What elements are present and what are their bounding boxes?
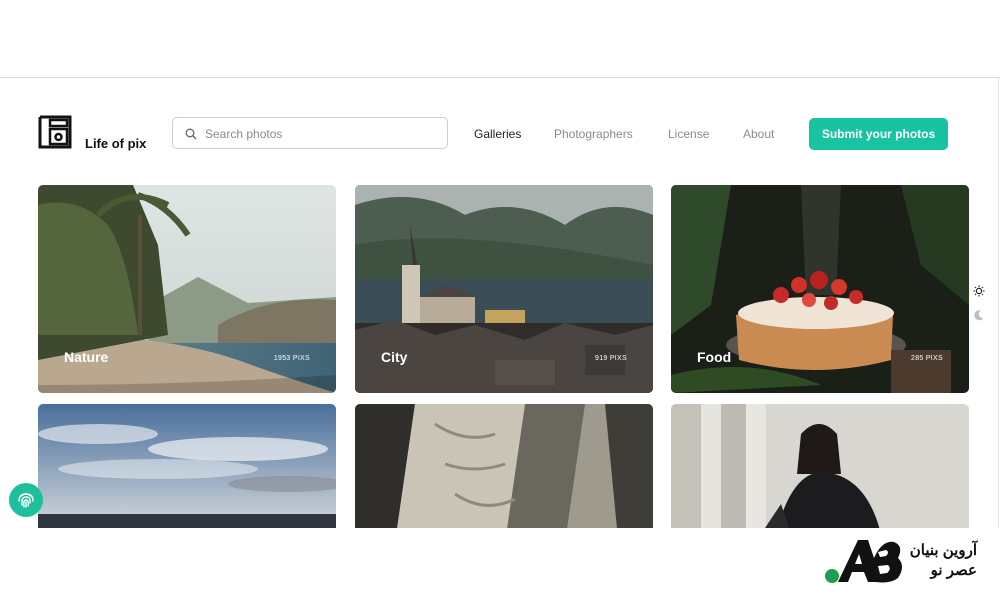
theme-toggle[interactable]	[969, 280, 989, 326]
fingerprint-button[interactable]	[9, 483, 43, 517]
nav-galleries[interactable]: Galleries	[474, 127, 521, 141]
brand-name[interactable]: Life of pix	[85, 136, 146, 151]
sun-icon[interactable]	[973, 285, 985, 297]
gallery-card-sky[interactable]	[38, 404, 336, 528]
nav-photographers[interactable]: Photographers	[554, 127, 633, 141]
gallery-card-city[interactable]: City 919 PIXS	[355, 185, 653, 393]
life-of-pix-logo-icon[interactable]	[38, 115, 72, 149]
gallery-title: Nature	[64, 349, 109, 365]
nav-about[interactable]: About	[743, 127, 774, 141]
submit-photos-button[interactable]: Submit your photos	[809, 118, 948, 150]
gallery-count: 919 PIXS	[595, 355, 627, 362]
moon-icon[interactable]	[973, 309, 985, 321]
watermark-logo-icon	[825, 540, 902, 583]
gallery-count: 285 PIXS	[911, 355, 943, 362]
fingerprint-icon	[18, 493, 34, 508]
gallery-count: 1953 PIXS	[273, 355, 310, 362]
gallery-title: Food	[697, 349, 732, 365]
scrollbar-track[interactable]	[998, 78, 999, 528]
watermark-text-line1: آروین بنیان	[909, 542, 977, 559]
search-box[interactable]	[172, 117, 448, 150]
search-icon	[185, 128, 197, 140]
gallery-card-nature[interactable]: Nature 1953 PIXS	[38, 185, 336, 393]
nav-license[interactable]: License	[668, 127, 709, 141]
sky-photo	[38, 404, 336, 528]
texture-photo	[355, 404, 653, 528]
people-photo	[671, 404, 969, 528]
gallery-card-texture[interactable]	[355, 404, 653, 528]
top-blank-area	[0, 0, 1000, 78]
watermark-text-line2: عصر نو	[930, 562, 977, 579]
gallery-title: City	[381, 349, 408, 365]
search-input[interactable]	[203, 118, 443, 150]
gallery-card-food[interactable]: Food 285 PIXS	[671, 185, 969, 393]
gallery-card-people[interactable]	[671, 404, 969, 528]
